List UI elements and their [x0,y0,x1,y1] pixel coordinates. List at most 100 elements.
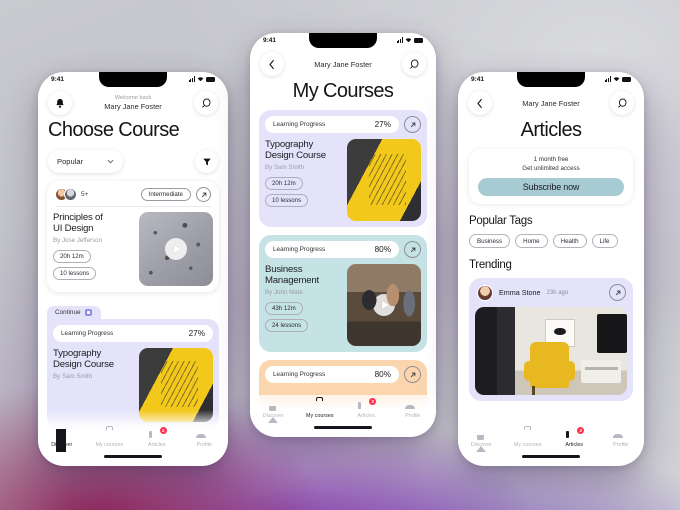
home-indicator [522,455,580,458]
play-icon[interactable] [373,294,395,316]
back-button[interactable] [260,52,284,76]
open-course-button[interactable] [196,187,211,202]
nav-item-articles[interactable]: 2 Articles [343,398,390,419]
my-course-card-body: Typography Design Course By Sam Smith 20… [265,139,421,221]
search-button[interactable] [610,91,634,115]
wifi-icon [197,77,204,82]
articles-icon [361,400,372,411]
course-thumbnail[interactable] [139,211,213,286]
avatar [64,188,77,201]
search-button[interactable] [194,91,218,115]
play-icon[interactable] [165,237,187,260]
open-article-button[interactable] [609,284,626,301]
sort-select[interactable]: Popular [48,150,123,173]
filter-funnel-icon [202,158,211,165]
briefcase-icon [522,429,533,440]
nav-item-articles[interactable]: 2 Articles [551,427,598,448]
user-name: Mary Jane Foster [314,59,372,69]
nav-item-my-courses[interactable]: My courses [297,400,344,419]
avatar-group: 5+ [55,188,88,201]
course-lessons: 10 lessons [53,266,97,280]
nav-item-profile[interactable]: Profile [390,400,437,419]
avatar [477,284,493,301]
course-author: By John Mate [265,289,303,297]
nav-item-discover[interactable]: Discover [250,400,297,423]
nav-item-profile[interactable]: Profile [181,429,229,448]
search-icon [617,97,626,108]
battery-icon [622,76,631,82]
trending-image[interactable] [475,307,627,395]
screen-content: Welcome back Mary Jane Foster Choose Cou… [38,88,228,462]
progress-value: 80% [374,370,391,379]
welcome-label: Welcome back [114,94,152,101]
progress-row: Learning Progress 27% [265,116,421,133]
nav-item-discover[interactable]: Discover [458,429,505,452]
progress-label: Learning Progress [61,329,114,337]
filter-button[interactable] [195,150,218,173]
progress-value: 27% [188,328,205,338]
chevron-down-icon [107,159,113,164]
level-badge: Intermediate [140,188,191,201]
course-lessons: 24 lessons [265,319,309,333]
status-icons [396,37,423,43]
home-icon [267,400,279,423]
continue-thumbnail[interactable] [139,347,213,422]
person-icon [199,429,210,440]
sideboard-decor [581,359,621,383]
tag-list: Business Home Health Life [458,227,644,248]
course-card-body: Principles of UI Design By Jose Jefferso… [53,211,213,286]
continue-course-card[interactable]: Learning Progress 27% Typography Design … [47,318,219,428]
nav-label-my-courses: My courses [513,442,542,448]
nav-item-profile[interactable]: Profile [598,429,645,448]
trending-author: Emma Stone [499,288,541,297]
course-title: Business Management [265,264,340,286]
tag-chip[interactable]: Home [515,234,548,248]
open-course-button[interactable] [404,116,421,133]
progress-pill: Learning Progress 80% [265,241,399,258]
notch [309,33,377,48]
continue-meta-group: 20h 12m [53,386,132,399]
nav-label-profile: Profile [405,413,421,419]
nav-label-articles: Articles [357,413,376,419]
search-button[interactable] [402,52,426,76]
open-course-button[interactable] [404,241,421,258]
briefcase-icon [314,400,325,411]
continue-title-line2: Design Course [53,358,114,370]
nav-item-articles[interactable]: 2 Articles [133,427,181,448]
course-author: By Jose Jefferson [53,236,103,244]
nav-item-my-courses[interactable]: My courses [86,429,134,448]
tag-chip[interactable]: Health [552,234,587,248]
open-course-button[interactable] [404,366,421,383]
course-card-header: 5+ Intermediate [53,187,213,206]
continue-tab[interactable]: Continue [47,305,101,319]
tag-chip[interactable]: Life [591,234,618,248]
tag-chip[interactable]: Business [469,234,511,248]
header-bar: Welcome back Mary Jane Foster [38,88,228,115]
my-course-card[interactable]: Learning Progress 27% Typography Design … [259,110,427,227]
nav-item-discover[interactable]: Discover [38,429,86,452]
status-time: 9:41 [471,76,485,83]
screen-content: Mary Jane Foster Articles 1 month free G… [458,88,644,462]
back-button[interactable] [468,91,492,115]
course-duration: 43h 12m [265,302,303,316]
trending-card[interactable]: Emma Stone 23h ago [469,278,633,401]
nav-item-my-courses[interactable]: My courses [505,429,552,448]
chevron-left-icon [269,59,275,69]
course-meta-group: 20h 12m 10 lessons [53,249,132,280]
my-course-card[interactable]: Learning Progress 80% Business Managemen… [259,235,427,352]
course-thumbnail[interactable] [347,139,421,221]
subscribe-button[interactable]: Subscribe now [478,178,624,196]
continue-course-author: By Sam Smith [53,372,93,380]
popular-tags-title: Popular Tags [469,215,533,227]
user-name: Mary Jane Foster [522,98,580,108]
trending-card-header: Emma Stone 23h ago [475,284,627,307]
phone-mockup-articles: 9:41 Mary Jane Foster Articles 1 month f… [458,72,644,466]
course-thumbnail[interactable] [347,264,421,346]
course-card[interactable]: 5+ Intermediate Principles of UI Design … [47,181,219,292]
page-title: Choose Course [48,119,180,141]
status-time: 9:41 [263,37,277,44]
notifications-button[interactable] [48,91,72,115]
promo-line2: Get unlimited access [522,165,580,172]
promo-line1: 1 month free [533,156,569,163]
progress-row: Learning Progress 80% [265,241,421,258]
